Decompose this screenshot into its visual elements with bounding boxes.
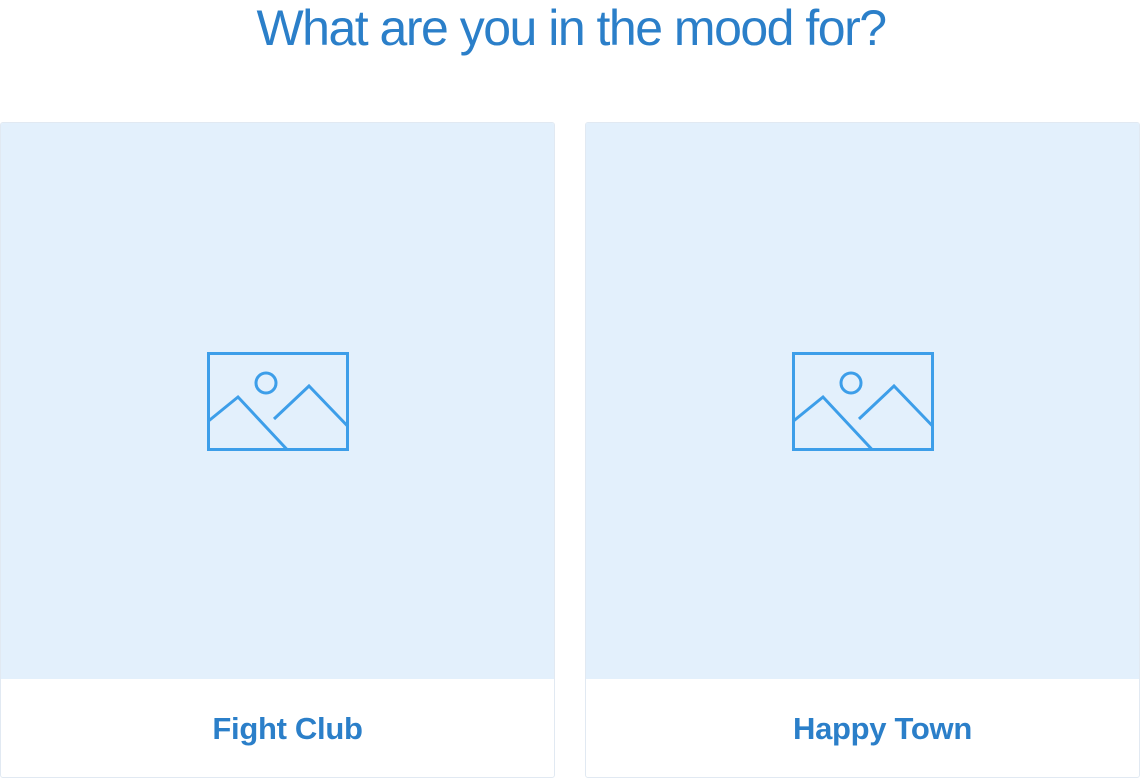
image-placeholder-icon: [206, 351, 349, 451]
card-image-placeholder: [1, 123, 554, 679]
card-footer: Happy Town: [586, 679, 1139, 777]
card-image-placeholder: [586, 123, 1139, 679]
option-label: Fight Club: [212, 711, 363, 746]
option-card-happy-town[interactable]: Happy Town: [585, 122, 1140, 778]
option-card-fight-club[interactable]: Fight Club: [0, 122, 555, 778]
image-placeholder-icon: [791, 351, 934, 451]
card-footer: Fight Club: [1, 679, 554, 777]
option-label: Happy Town: [793, 711, 972, 746]
page-title: What are you in the mood for?: [256, 0, 887, 56]
